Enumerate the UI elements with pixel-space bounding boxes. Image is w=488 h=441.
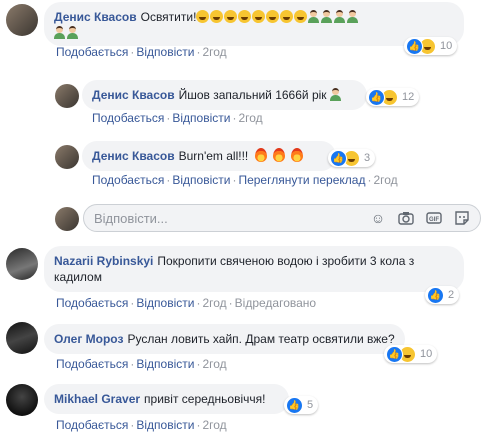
sticker-icon[interactable]	[454, 210, 470, 226]
reply-link[interactable]: Відповісти	[172, 111, 230, 125]
comment-bubble: Денис Квасов Освятити!	[44, 2, 464, 46]
reaction-summary[interactable]: 👍 10	[404, 37, 458, 55]
person-emoji-icon	[334, 10, 346, 23]
comment-bubble: Nazarii Rybinskyi Покропити свяченою водо…	[44, 246, 464, 292]
person-emoji-icon	[329, 88, 341, 101]
laugh-emoji-icon	[210, 10, 224, 23]
reaction-count: 3	[364, 152, 371, 164]
reaction-count: 10	[420, 348, 433, 360]
laugh-emoji-icon	[252, 10, 266, 23]
svg-text:GIF: GIF	[429, 217, 439, 223]
comment-author[interactable]: Денис Квасов	[54, 10, 137, 24]
camera-icon[interactable]	[398, 210, 414, 226]
timestamp[interactable]: 2год	[202, 357, 226, 371]
person-emoji-icon	[67, 26, 78, 39]
avatar[interactable]	[6, 4, 38, 36]
reply-link[interactable]: Відповісти	[136, 357, 194, 371]
comment-text: привіт середньовіччя!	[144, 392, 266, 406]
like-link[interactable]: Подобається	[56, 45, 128, 59]
comment-text: Освятити!	[140, 10, 197, 24]
reaction-count: 5	[307, 399, 314, 411]
laugh-emoji-icon	[196, 10, 210, 23]
comment-author[interactable]: Олег Мороз	[54, 332, 123, 346]
laugh-emoji-icon	[224, 10, 238, 23]
fire-emoji-icon	[290, 148, 303, 162]
like-link[interactable]: Подобається	[56, 418, 128, 432]
timestamp[interactable]: 2год	[238, 111, 262, 125]
comment-text: Руслан ловить хайп. Драм театр освятили …	[127, 332, 395, 346]
person-emoji-icon	[54, 26, 65, 39]
reaction-summary[interactable]: 👍 12	[366, 88, 420, 106]
comment-actions: Подобається · Відповісти · 2год	[56, 418, 227, 432]
reply-placeholder: Відповісти...	[94, 211, 168, 226]
comment-actions: Подобається · Відповісти · 2год · Відредагован…	[56, 296, 317, 310]
comment-text: Йшов запальний 1666й рік	[178, 88, 327, 102]
laugh-emoji-icon	[266, 10, 280, 23]
comment-bubble: Денис Квасов Burn'em all!!!	[82, 141, 336, 171]
fire-emoji-icon	[272, 148, 285, 162]
reaction-summary[interactable]: 👍 2	[425, 286, 460, 304]
fire-emoji-icon	[254, 148, 267, 162]
reply-link[interactable]: Відповісти	[136, 45, 194, 59]
comment-author[interactable]: Nazarii Rybinskyi	[54, 254, 153, 268]
comment-text: Burn'em all!!!	[178, 149, 249, 163]
avatar[interactable]	[55, 145, 79, 169]
reply-link[interactable]: Відповісти	[136, 418, 194, 432]
reply-link[interactable]: Відповісти	[172, 173, 230, 187]
person-emoji-icon	[321, 10, 333, 23]
see-translation-link[interactable]: Переглянути переклад	[238, 173, 365, 187]
like-reaction-icon: 👍	[427, 286, 444, 304]
like-link[interactable]: Подобається	[92, 173, 164, 187]
reaction-summary[interactable]: 👍 5	[284, 396, 319, 414]
comment-bubble: Денис Квасов Йшов запальний 1666й рік	[82, 80, 367, 110]
comment-bubble: Олег Мороз Руслан ловить хайп. Драм театр…	[44, 324, 405, 354]
gif-icon[interactable]: GIF	[426, 210, 442, 226]
comment-bubble: Mikhael Graver привіт середньовіччя!	[44, 384, 290, 414]
comment-author[interactable]: Денис Квасов	[92, 149, 175, 163]
like-reaction-icon: 👍	[286, 396, 303, 414]
like-reaction-icon: 👍	[386, 345, 403, 363]
current-user-avatar	[55, 207, 79, 231]
reaction-count: 12	[402, 91, 415, 103]
edited-label[interactable]: Відредаговано	[235, 296, 316, 310]
timestamp[interactable]: 2год	[202, 418, 226, 432]
comment-author[interactable]: Mikhael Graver	[54, 392, 140, 406]
avatar[interactable]	[6, 322, 38, 354]
timestamp[interactable]: 2год	[373, 173, 397, 187]
laugh-emoji-icon	[294, 10, 308, 23]
comment-actions: Подобається · Відповісти · 2год	[92, 111, 263, 125]
person-emoji-icon	[308, 10, 320, 23]
timestamp[interactable]: 2год	[202, 296, 226, 310]
avatar[interactable]	[55, 84, 79, 108]
smiley-icon[interactable]: ☺	[370, 210, 386, 226]
reaction-count: 2	[448, 289, 455, 301]
comment-actions: Подобається · Відповісти · 2год	[56, 45, 227, 59]
laugh-emoji-icon	[238, 10, 252, 23]
like-link[interactable]: Подобається	[56, 296, 128, 310]
emoji-row	[196, 10, 360, 24]
laugh-emoji-icon	[280, 10, 294, 23]
timestamp[interactable]: 2год	[202, 45, 226, 59]
comment-actions: Подобається · Відповісти · 2год	[56, 357, 227, 371]
reaction-summary[interactable]: 👍 10	[384, 345, 438, 363]
like-reaction-icon: 👍	[368, 88, 385, 106]
avatar[interactable]	[6, 248, 38, 280]
like-reaction-icon: 👍	[330, 149, 347, 167]
reply-input[interactable]: Відповісти... ☺ GIF	[83, 204, 481, 232]
reaction-count: 10	[440, 40, 453, 52]
comment-actions: Подобається · Відповісти · Переглянути перек…	[92, 173, 398, 187]
comment-author[interactable]: Денис Квасов	[92, 88, 175, 102]
like-link[interactable]: Подобається	[56, 357, 128, 371]
person-emoji-icon	[347, 10, 359, 23]
like-reaction-icon: 👍	[406, 37, 423, 55]
avatar[interactable]	[6, 384, 38, 416]
reaction-summary[interactable]: 👍 3	[328, 149, 376, 167]
reply-link[interactable]: Відповісти	[136, 296, 194, 310]
like-link[interactable]: Подобається	[92, 111, 164, 125]
